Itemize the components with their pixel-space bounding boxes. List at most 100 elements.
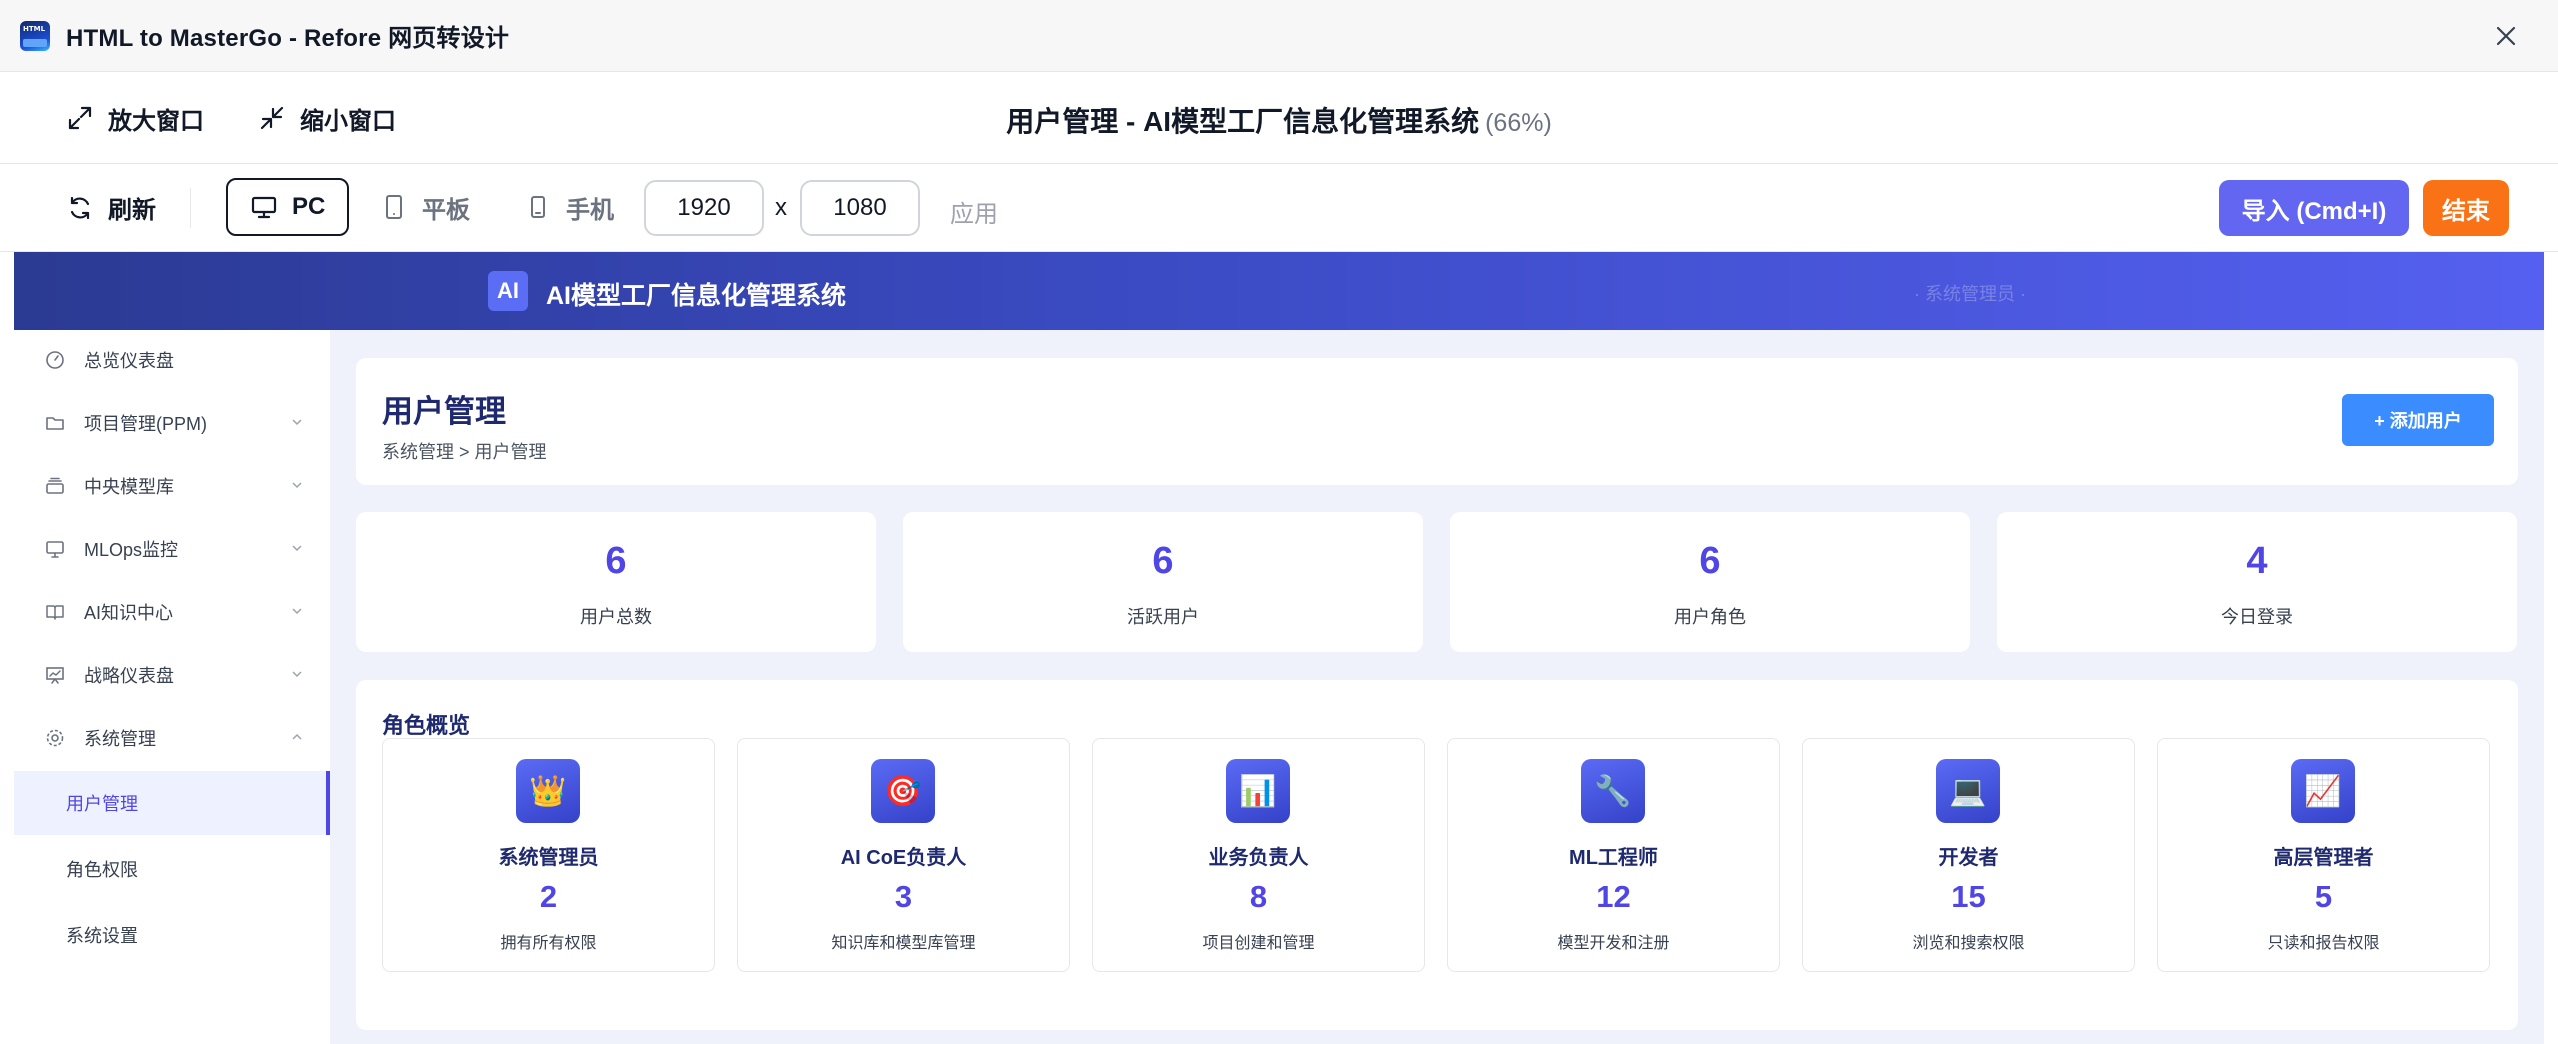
page-title: 用户管理 — [382, 386, 506, 431]
refresh-button[interactable]: 刷新 — [66, 190, 156, 225]
chevron-down-icon — [290, 478, 304, 492]
width-input[interactable] — [644, 180, 764, 236]
role-card-ai-coe[interactable]: 🎯 AI CoE负责人 3 知识库和模型库管理 — [737, 738, 1070, 972]
role-count: 12 — [1448, 879, 1779, 915]
window-title: HTML to MasterGo - Refore 网页转设计 — [66, 18, 509, 53]
apply-button[interactable]: 应用 — [950, 194, 998, 229]
gear-icon — [44, 727, 66, 749]
dimension-separator: x — [775, 194, 787, 222]
sidebar-subitem-roles[interactable]: 角色权限 — [14, 837, 330, 901]
breadcrumb: 系统管理 > 用户管理 — [382, 438, 547, 464]
role-name: ML工程师 — [1448, 841, 1779, 870]
monitor-icon — [250, 193, 278, 221]
role-name: 开发者 — [1803, 841, 2134, 870]
book-icon — [44, 601, 66, 623]
page-header-card: 用户管理 系统管理 > 用户管理 — [356, 358, 2518, 485]
preview-frame: AI AI模型工厂信息化管理系统 · 系统管理员 · 总览仪表盘 项目管理(PP… — [14, 252, 2544, 1044]
import-button[interactable]: 导入 (Cmd+I) — [2219, 180, 2409, 236]
chevron-down-icon — [290, 604, 304, 618]
laptop-icon: 💻 — [1936, 759, 2000, 823]
sidebar-item-models[interactable]: 中央模型库 — [14, 456, 330, 516]
stat-value: 6 — [903, 540, 1423, 583]
stat-label: 用户角色 — [1450, 603, 1970, 629]
device-pc-label: PC — [292, 193, 325, 221]
close-icon[interactable] — [2490, 20, 2522, 52]
stat-card-total-users: 6 用户总数 — [356, 512, 876, 652]
role-desc: 只读和报告权限 — [2158, 929, 2489, 953]
toolbar-divider — [190, 188, 191, 228]
role-name: 高层管理者 — [2158, 841, 2489, 870]
header-user-info[interactable]: · 系统管理员 · — [1914, 280, 2026, 306]
window-titlebar: HTML to MasterGo - Refore 网页转设计 — [0, 0, 2558, 72]
sidebar-item-label: MLOps监控 — [84, 536, 178, 562]
wrench-icon: 🔧 — [1581, 759, 1645, 823]
app-header: AI AI模型工厂信息化管理系统 · 系统管理员 · — [14, 252, 2544, 330]
role-desc: 拥有所有权限 — [383, 929, 714, 953]
sidebar-item-strategy[interactable]: 战略仪表盘 — [14, 645, 330, 705]
sidebar-item-label: AI知识中心 — [84, 599, 173, 625]
phone-icon — [524, 193, 552, 221]
preview-title-text: 用户管理 - AI模型工厂信息化管理系统 — [1006, 106, 1479, 137]
layers-icon — [44, 475, 66, 497]
role-desc: 知识库和模型库管理 — [738, 929, 1069, 953]
role-count: 3 — [738, 879, 1069, 915]
device-pc-button[interactable]: PC — [226, 178, 349, 236]
presentation-icon — [44, 664, 66, 686]
chevron-down-icon — [290, 541, 304, 555]
target-icon: 🎯 — [871, 759, 935, 823]
stat-value: 6 — [1450, 540, 1970, 583]
role-count: 8 — [1093, 879, 1424, 915]
chevron-up-icon — [290, 730, 304, 744]
preview-page-title: 用户管理 - AI模型工厂信息化管理系统(66%) — [0, 100, 2558, 140]
stat-card-user-roles: 6 用户角色 — [1450, 512, 1970, 652]
app-icon — [20, 21, 50, 51]
role-count: 5 — [2158, 879, 2489, 915]
sidebar: 总览仪表盘 项目管理(PPM) 中央模型库 MLOps监控 — [14, 330, 330, 1044]
role-desc: 模型开发和注册 — [1448, 929, 1779, 953]
role-card-ml-engineer[interactable]: 🔧 ML工程师 12 模型开发和注册 — [1447, 738, 1780, 972]
tablet-icon — [380, 193, 408, 221]
sidebar-item-system[interactable]: 系统管理 — [14, 708, 330, 768]
sidebar-item-label: 项目管理(PPM) — [84, 410, 207, 436]
sidebar-item-dashboard[interactable]: 总览仪表盘 — [14, 330, 330, 390]
stat-label: 用户总数 — [356, 603, 876, 629]
role-desc: 浏览和搜索权限 — [1803, 929, 2134, 953]
sidebar-item-label: 总览仪表盘 — [84, 347, 174, 373]
role-card-developer[interactable]: 💻 开发者 15 浏览和搜索权限 — [1802, 738, 2135, 972]
refresh-label: 刷新 — [108, 190, 156, 225]
role-card-business-owner[interactable]: 📊 业务负责人 8 项目创建和管理 — [1092, 738, 1425, 972]
stat-value: 4 — [1997, 540, 2517, 583]
sidebar-item-projects[interactable]: 项目管理(PPM) — [14, 393, 330, 453]
sidebar-subitem-settings[interactable]: 系统设置 — [14, 903, 330, 967]
role-name: 系统管理员 — [383, 841, 714, 870]
role-card-admin[interactable]: 👑 系统管理员 2 拥有所有权限 — [382, 738, 715, 972]
sidebar-subitem-users[interactable]: 用户管理 — [14, 771, 330, 835]
folder-icon — [44, 412, 66, 434]
stat-label: 活跃用户 — [903, 603, 1423, 629]
monitor-icon — [44, 538, 66, 560]
height-input[interactable] — [800, 180, 920, 236]
role-card-executive[interactable]: 📈 高层管理者 5 只读和报告权限 — [2157, 738, 2490, 972]
device-tablet-button[interactable]: 平板 — [358, 178, 492, 236]
sidebar-item-knowledge[interactable]: AI知识中心 — [14, 582, 330, 642]
add-user-button[interactable]: + 添加用户 — [2342, 394, 2494, 446]
stat-card-active-users: 6 活跃用户 — [903, 512, 1423, 652]
crown-icon: 👑 — [516, 759, 580, 823]
sidebar-item-label: 战略仪表盘 — [84, 662, 174, 688]
role-name: AI CoE负责人 — [738, 841, 1069, 870]
role-name: 业务负责人 — [1093, 841, 1424, 870]
device-phone-button[interactable]: 手机 — [502, 178, 636, 236]
roles-overview-card: 角色概览 👑 系统管理员 2 拥有所有权限 🎯 AI CoE负责人 3 知识库和… — [356, 680, 2518, 1030]
role-desc: 项目创建和管理 — [1093, 929, 1424, 953]
role-count: 2 — [383, 879, 714, 915]
stat-value: 6 — [356, 540, 876, 583]
end-button[interactable]: 结束 — [2423, 180, 2509, 236]
dashboard-icon — [44, 349, 66, 371]
device-toolbar: 刷新 PC 平板 手机 x 应用 导入 (Cmd+I) 结束 — [0, 164, 2558, 252]
refresh-icon — [66, 194, 94, 222]
sidebar-item-mlops[interactable]: MLOps监控 — [14, 519, 330, 579]
chevron-down-icon — [290, 667, 304, 681]
stat-card-today-logins: 4 今日登录 — [1997, 512, 2517, 652]
sidebar-item-label: 中央模型库 — [84, 473, 174, 499]
bar-chart-icon: 📊 — [1226, 759, 1290, 823]
